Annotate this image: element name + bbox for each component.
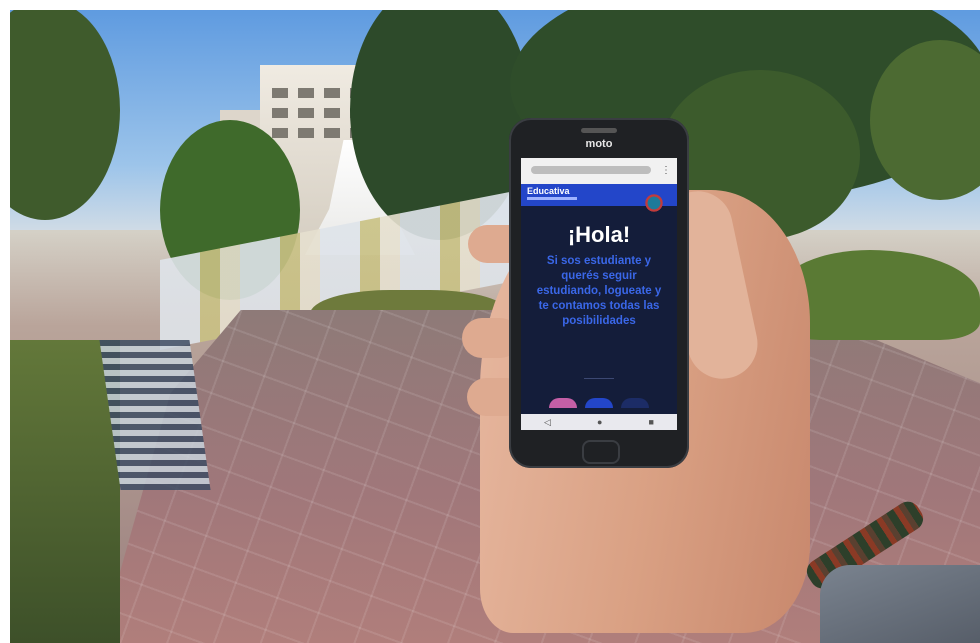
smartphone: moto ⋮ Educativa ¡Hola! Si sos estudiant… — [509, 118, 689, 468]
earpiece — [581, 128, 617, 133]
pill — [585, 398, 613, 408]
grass — [10, 340, 120, 643]
phone-brand-label: moto — [585, 138, 613, 150]
orb-icon[interactable] — [643, 192, 665, 214]
site-logo-subtitle — [527, 197, 577, 200]
browser-url-bar[interactable]: ⋮ — [521, 158, 677, 184]
android-nav-bar: ◁ ● ■ — [521, 414, 677, 430]
welcome-message: Si sos estudiante y querés seguir estudi… — [536, 255, 662, 327]
site-logo[interactable]: Educativa — [527, 186, 570, 196]
back-icon[interactable]: ◁ — [544, 417, 551, 428]
home-icon[interactable]: ● — [597, 417, 602, 427]
decorative-pills — [549, 398, 649, 408]
greeting-heading: ¡Hola! — [567, 222, 631, 247]
bushes — [780, 250, 980, 340]
fingerprint-home-button[interactable] — [582, 440, 620, 464]
more-icon[interactable]: ⋮ — [661, 165, 671, 176]
pill — [549, 398, 577, 408]
phone-screen: ⋮ Educativa ¡Hola! Si sos estudiante y q… — [521, 158, 677, 430]
sleeve — [820, 565, 980, 643]
url-text — [531, 166, 651, 174]
small-link[interactable]: ――――― — [521, 376, 677, 382]
recents-icon[interactable]: ■ — [649, 417, 654, 427]
pill — [621, 398, 649, 408]
